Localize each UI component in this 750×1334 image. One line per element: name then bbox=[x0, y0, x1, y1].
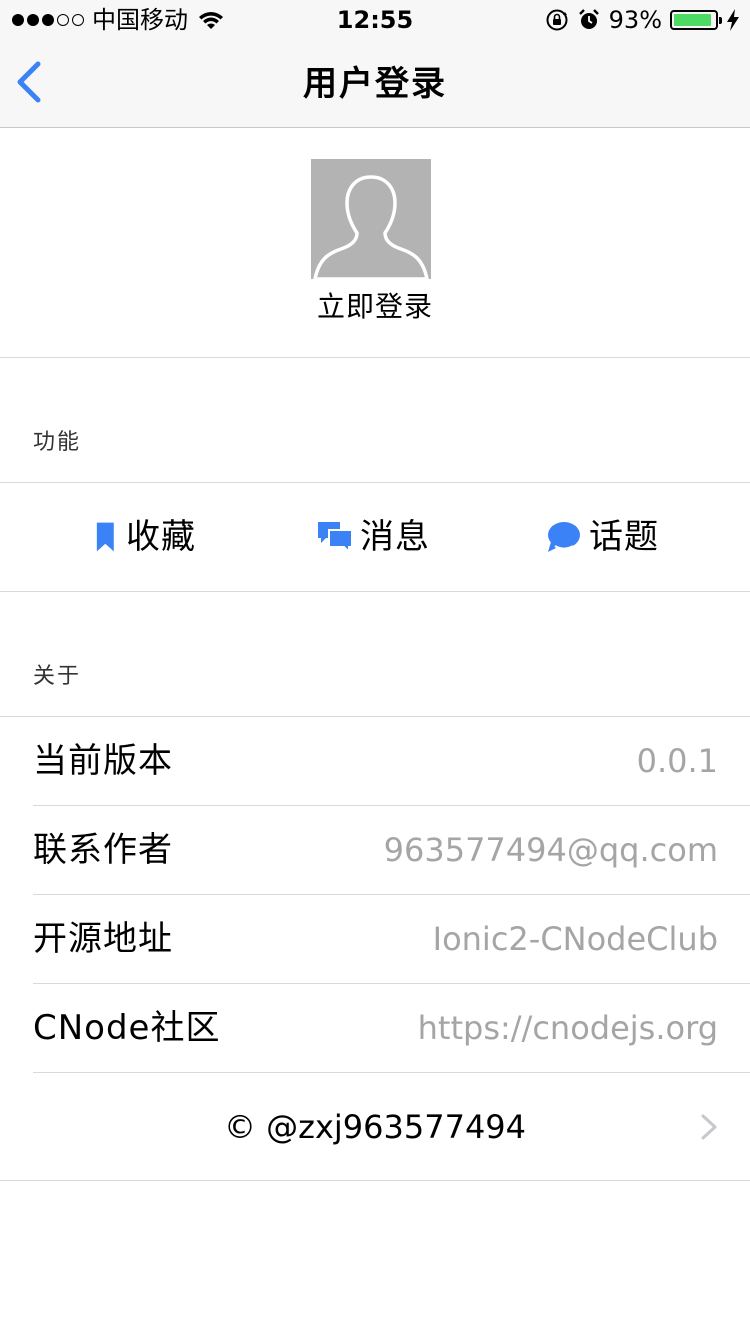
feature-favorites[interactable]: 收藏 bbox=[96, 483, 196, 591]
list-item-community[interactable]: CNode社区 https://cnodejs.org bbox=[0, 984, 750, 1073]
item-value: 963577494@qq.com bbox=[383, 831, 718, 869]
avatar-silhouette bbox=[313, 175, 429, 279]
chevron-right-icon bbox=[701, 1114, 717, 1140]
status-right: 93% bbox=[545, 6, 740, 34]
list-item-source[interactable]: 开源地址 Ionic2-CNodeClub bbox=[0, 895, 750, 984]
item-label: 开源地址 bbox=[33, 919, 173, 959]
about-section-header: 关于 bbox=[33, 664, 82, 689]
login-link[interactable]: 立即登录 bbox=[0, 289, 750, 325]
features-section-header: 功能 bbox=[33, 430, 82, 455]
battery-icon bbox=[670, 10, 722, 30]
status-bar: 中国移动 12:55 93% bbox=[0, 0, 750, 40]
item-value: 0.0.1 bbox=[636, 742, 718, 780]
copyright-row[interactable]: © @zxj963577494 bbox=[0, 1073, 750, 1181]
bookmark-icon bbox=[96, 522, 114, 552]
profile-section[interactable]: 立即登录 bbox=[0, 128, 750, 358]
list-item-version[interactable]: 当前版本 0.0.1 bbox=[0, 717, 750, 806]
speech-bubble-icon bbox=[548, 522, 580, 552]
alarm-icon bbox=[578, 9, 599, 29]
chat-bubbles-icon bbox=[318, 522, 352, 554]
features-row: 收藏 消息 话题 bbox=[0, 483, 750, 591]
battery-percent: 93% bbox=[608, 6, 662, 34]
copyright-text: © @zxj963577494 bbox=[223, 1108, 527, 1146]
list-item-contact[interactable]: 联系作者 963577494@qq.com bbox=[0, 806, 750, 895]
item-label: 联系作者 bbox=[33, 830, 173, 870]
item-value: https://cnodejs.org bbox=[417, 1009, 718, 1047]
feature-label: 收藏 bbox=[126, 517, 196, 557]
navigation-bar: 用户登录 bbox=[0, 40, 750, 128]
page-title: 用户登录 bbox=[303, 64, 447, 104]
feature-topics[interactable]: 话题 bbox=[547, 483, 659, 591]
item-value: Ionic2-CNodeClub bbox=[432, 920, 718, 958]
item-label: 当前版本 bbox=[33, 741, 173, 781]
charging-bolt-icon bbox=[727, 9, 739, 31]
rotation-lock-icon bbox=[546, 9, 568, 31]
feature-label: 话题 bbox=[589, 517, 659, 557]
battery-level bbox=[674, 14, 712, 26]
item-label: CNode社区 bbox=[33, 1008, 221, 1048]
feature-messages[interactable]: 消息 bbox=[318, 483, 430, 591]
divider bbox=[0, 591, 750, 592]
default-avatar-icon[interactable] bbox=[311, 159, 431, 279]
feature-label: 消息 bbox=[360, 517, 430, 557]
